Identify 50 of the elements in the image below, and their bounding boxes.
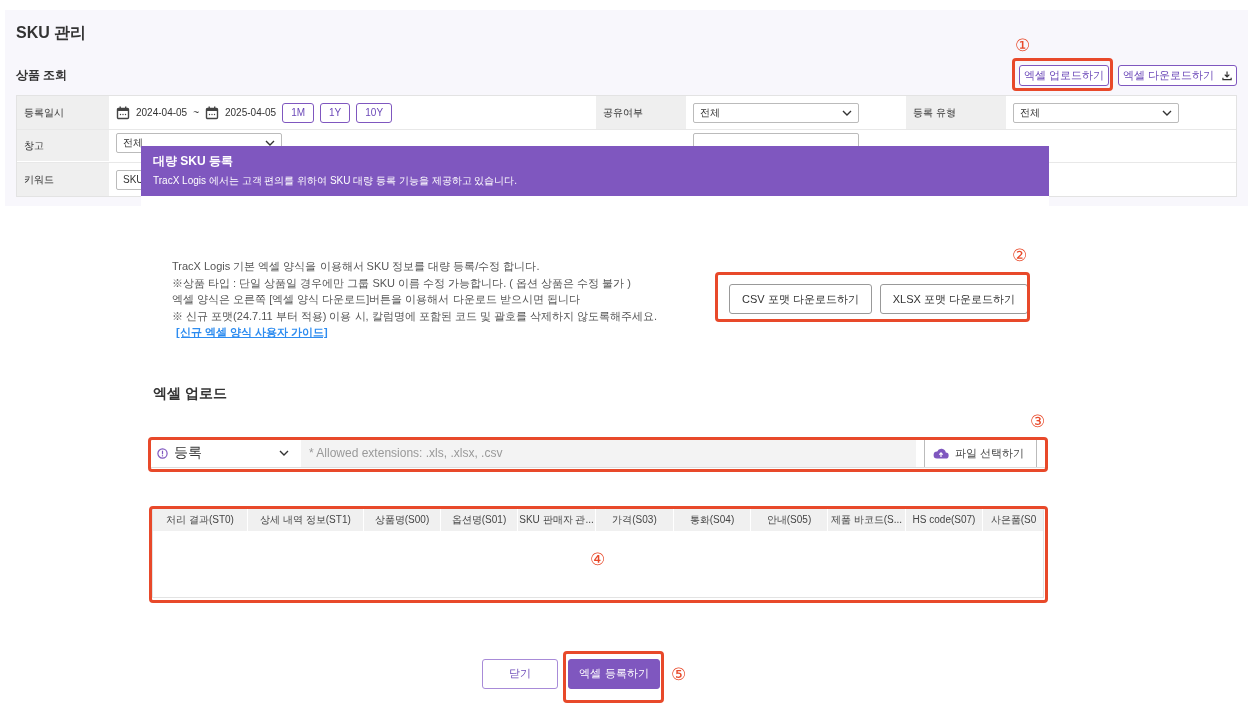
step-number: ①: [1015, 36, 1030, 56]
register-button[interactable]: 엑셀 등록하기: [568, 658, 660, 689]
select-field[interactable]: 전체: [693, 102, 859, 123]
column-header: 사은품(S0: [983, 508, 1043, 531]
column-header: HS code(S07): [906, 508, 983, 531]
column-header: 옵션명(S01): [441, 508, 518, 531]
notice-text: ※상품 타입 : 단일 상품일 경우에만 그룹 SKU 이름 수정 가능합니다. ( 옵션 상품은 수정 불가 ): [172, 275, 632, 291]
field-label: 공유여부: [603, 105, 643, 120]
step-number: ②: [1012, 246, 1027, 266]
column-header: 통화(S04): [674, 508, 751, 531]
calendar-icon: [205, 105, 219, 120]
chevron-down-icon: [842, 109, 852, 116]
notice-text: 엑셀 양식은 오른쪽 [엑셀 양식 다운로드]버튼을 이용해서 다운로드 받으시면 됩니다: [172, 292, 581, 307]
date-text[interactable]: 2024-04-05: [136, 107, 188, 118]
column-header: 처리 결과(ST0): [153, 508, 248, 531]
column-header: 안내(S05): [751, 508, 828, 531]
excel-upload-button[interactable]: 엑셀 업로드하기: [1019, 65, 1109, 86]
chevron-down-icon: [265, 140, 275, 146]
column-header: 제품 바코드(S...: [828, 508, 906, 531]
calendar-icon: [116, 105, 130, 120]
notice-text: TracX Logis 기본 엑셀 양식을 이용해서 SKU 정보를 대량 등록/수정 합니다.: [172, 259, 541, 274]
section-title: 상품 조회: [16, 67, 69, 84]
step-number: ③: [1030, 412, 1045, 432]
modal-title: 대량 SKU 등록: [153, 153, 234, 170]
field-label: 창고: [24, 138, 44, 153]
step-number: ⑤: [671, 665, 686, 685]
download-icon: [1221, 70, 1232, 81]
date-text[interactable]: 2025-04-05: [225, 107, 277, 118]
range-separator: ~: [193, 107, 199, 118]
page-title: SKU 관리: [16, 23, 87, 42]
field-label: 등록일시: [24, 105, 64, 120]
format-download-button[interactable]: CSV 포맷 다운로드하기: [729, 284, 872, 315]
format-download-button[interactable]: XLSX 포맷 다운로드하기: [879, 284, 1028, 315]
chevron-down-icon: [1162, 109, 1172, 116]
excel-download-button[interactable]: 엑셀 다운로드하기: [1118, 65, 1237, 86]
close-button[interactable]: 닫기: [482, 658, 558, 689]
select-field[interactable]: 전체: [1013, 102, 1179, 123]
field-label: 키워드: [24, 172, 54, 187]
field-label: 등록 유형: [913, 105, 956, 120]
preset-button[interactable]: 1Y: [320, 102, 351, 123]
column-header: 가격(S03): [596, 508, 674, 531]
column-header: 상세 내역 정보(ST1): [248, 508, 364, 531]
preset-button[interactable]: 1M: [282, 102, 315, 123]
step-number: ④: [590, 550, 605, 570]
modal-subtitle: TracX Logis 에서는 고객 편의를 위하여 SKU 대량 등록 기능을 제공하고 있습니다.: [153, 174, 519, 188]
column-header: SKU 판매자 관...: [518, 508, 596, 531]
upload-title: 엑셀 업로드: [153, 384, 228, 403]
column-header: 상품명(S00): [364, 508, 441, 531]
notice-text: ※ 신규 포맷(24.7.11 부터 적용) 이용 시, 칼럼명에 포함된 코드 및 괄호를 삭제하지 않도록해주세요. [신규 엑셀 양식 사용자 가이드]: [172, 308, 659, 340]
preset-button[interactable]: 10Y: [356, 102, 393, 123]
